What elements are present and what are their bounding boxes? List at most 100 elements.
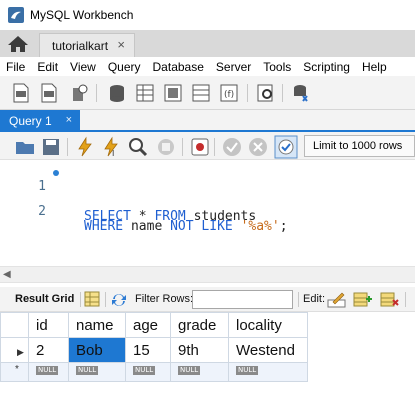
toggle-continue-on-error-icon[interactable] (189, 136, 211, 158)
stop-icon[interactable] (155, 136, 177, 158)
save-icon[interactable] (40, 136, 62, 158)
connection-tab-label: tutorialkart (52, 38, 109, 53)
create-view-icon[interactable] (162, 82, 184, 104)
execute-current-statement-icon[interactable]: I (100, 136, 122, 158)
open-file-icon[interactable] (14, 136, 36, 158)
code-line: 1 SELECT * FROM students (0, 164, 415, 224)
search-table-data-icon[interactable] (255, 82, 277, 104)
result-grid: id name age grade locality ▶ 2 Bob 15 9t… (0, 312, 415, 415)
table-cell[interactable]: 9th (170, 337, 229, 363)
column-header-name[interactable]: name (68, 312, 126, 338)
create-function-icon[interactable]: (f) (218, 82, 240, 104)
header-row: id name age grade locality (0, 312, 308, 338)
table-cell[interactable]: 2 (28, 337, 69, 363)
new-row[interactable]: * NULL NULL NULL NULL NULL (0, 362, 308, 382)
menu-file[interactable]: File (6, 60, 25, 74)
menu-scripting[interactable]: Scripting (303, 60, 350, 74)
close-icon[interactable]: × (66, 114, 72, 126)
new-sql-tab-icon[interactable] (10, 82, 32, 104)
column-header-age[interactable]: age (125, 312, 171, 338)
current-row-marker[interactable]: ▶ (0, 337, 29, 363)
create-schema-icon[interactable] (106, 82, 128, 104)
null-cell[interactable]: NULL (125, 362, 171, 382)
connection-tab-tutorialkart[interactable]: tutorialkart × (39, 33, 135, 57)
menu-query[interactable]: Query (108, 60, 141, 74)
toolbar-separator (405, 292, 406, 307)
delete-row-icon[interactable] (380, 290, 399, 309)
toolbar-separator (67, 138, 68, 156)
scroll-left-arrow-icon[interactable]: ◀ (3, 269, 11, 280)
sql-keyword: NOT (170, 219, 194, 234)
column-header-grade[interactable]: grade (170, 312, 229, 338)
query-tab-1[interactable]: Query 1 × (0, 110, 80, 132)
grid-layout-icon[interactable] (84, 291, 100, 307)
filter-rows-input[interactable] (192, 290, 293, 309)
edit-current-row-icon[interactable] (327, 290, 346, 309)
sql-editor-toolbar: I Limit to 1000 rows (0, 132, 415, 160)
result-table: id name age grade locality ▶ 2 Bob 15 9t… (0, 312, 308, 382)
editor-horizontal-scrollbar[interactable]: ◀ (0, 266, 415, 283)
inspector-icon[interactable] (68, 82, 90, 104)
code-line: 2 WHERE name NOT LIKE '%a%'; (0, 189, 415, 234)
null-badge: NULL (76, 366, 99, 375)
svg-text:I: I (112, 149, 114, 158)
menu-edit[interactable]: Edit (37, 60, 58, 74)
result-grid-label[interactable]: Result Grid (15, 293, 74, 305)
new-row-star: * (15, 364, 19, 375)
toolbar-separator (247, 84, 248, 102)
table-cell-selected[interactable]: Bob (68, 337, 126, 363)
auto-commit-toggle-icon[interactable] (274, 135, 298, 159)
menu-server[interactable]: Server (216, 60, 251, 74)
null-badge: NULL (236, 366, 259, 375)
result-grid-toolbar: Result Grid Filter Rows: Edit: (0, 287, 415, 312)
row-pointer-icon: ▶ (17, 346, 24, 357)
reconnect-icon[interactable] (289, 82, 311, 104)
column-header-id[interactable]: id (28, 312, 69, 338)
query-tab-bar: Query 1 × (0, 110, 415, 132)
title-bar: MySQL Workbench (0, 0, 415, 30)
table-cell[interactable]: 15 (125, 337, 171, 363)
toolbar-separator (214, 138, 215, 156)
sql-keyword: WHERE (84, 219, 124, 234)
sql-editor[interactable]: 1 SELECT * FROM students 2 WHERE name NO… (0, 160, 415, 265)
create-table-icon[interactable] (134, 82, 156, 104)
close-icon[interactable]: × (117, 37, 125, 52)
toolbar-separator (298, 292, 299, 307)
null-cell[interactable]: NULL (228, 362, 308, 382)
edit-label: Edit: (303, 293, 326, 305)
insert-row-icon[interactable] (353, 290, 372, 309)
home-icon[interactable] (6, 34, 30, 54)
null-cell[interactable]: NULL (28, 362, 69, 382)
query-tab-label: Query 1 (9, 114, 52, 128)
null-cell[interactable]: NULL (68, 362, 126, 382)
create-procedure-icon[interactable] (190, 82, 212, 104)
open-sql-script-icon[interactable] (38, 82, 60, 104)
toolbar-separator (105, 292, 106, 307)
sql-text: ; (279, 219, 288, 234)
toolbar-separator (182, 138, 183, 156)
null-badge: NULL (36, 366, 59, 375)
refresh-icon[interactable] (110, 291, 128, 309)
menu-help[interactable]: Help (362, 60, 387, 74)
main-toolbar: (f) (0, 76, 415, 110)
menu-database[interactable]: Database (153, 60, 204, 74)
line-number: 2 (38, 204, 46, 219)
column-header-locality[interactable]: locality (228, 312, 308, 338)
statement-marker-dot (53, 170, 59, 176)
svg-text:(f): (f) (224, 90, 234, 100)
menu-tools[interactable]: Tools (263, 60, 291, 74)
row-limit-select[interactable]: Limit to 1000 rows (304, 135, 415, 157)
explain-magnifier-icon[interactable] (127, 136, 149, 158)
sql-identifier: name (123, 219, 171, 234)
table-cell[interactable]: Westend (228, 337, 308, 363)
table-row[interactable]: ▶ 2 Bob 15 9th Westend (0, 337, 308, 363)
menu-view[interactable]: View (70, 60, 96, 74)
sql-keyword: LIKE (201, 219, 233, 234)
rollback-icon[interactable] (247, 136, 269, 158)
commit-icon[interactable] (221, 136, 243, 158)
execute-lightning-icon[interactable] (74, 136, 96, 158)
null-badge: NULL (133, 366, 156, 375)
code-text: WHERE name NOT LIKE '%a%'; (84, 219, 288, 234)
filter-rows-label: Filter Rows: (135, 293, 194, 305)
null-cell[interactable]: NULL (170, 362, 229, 382)
